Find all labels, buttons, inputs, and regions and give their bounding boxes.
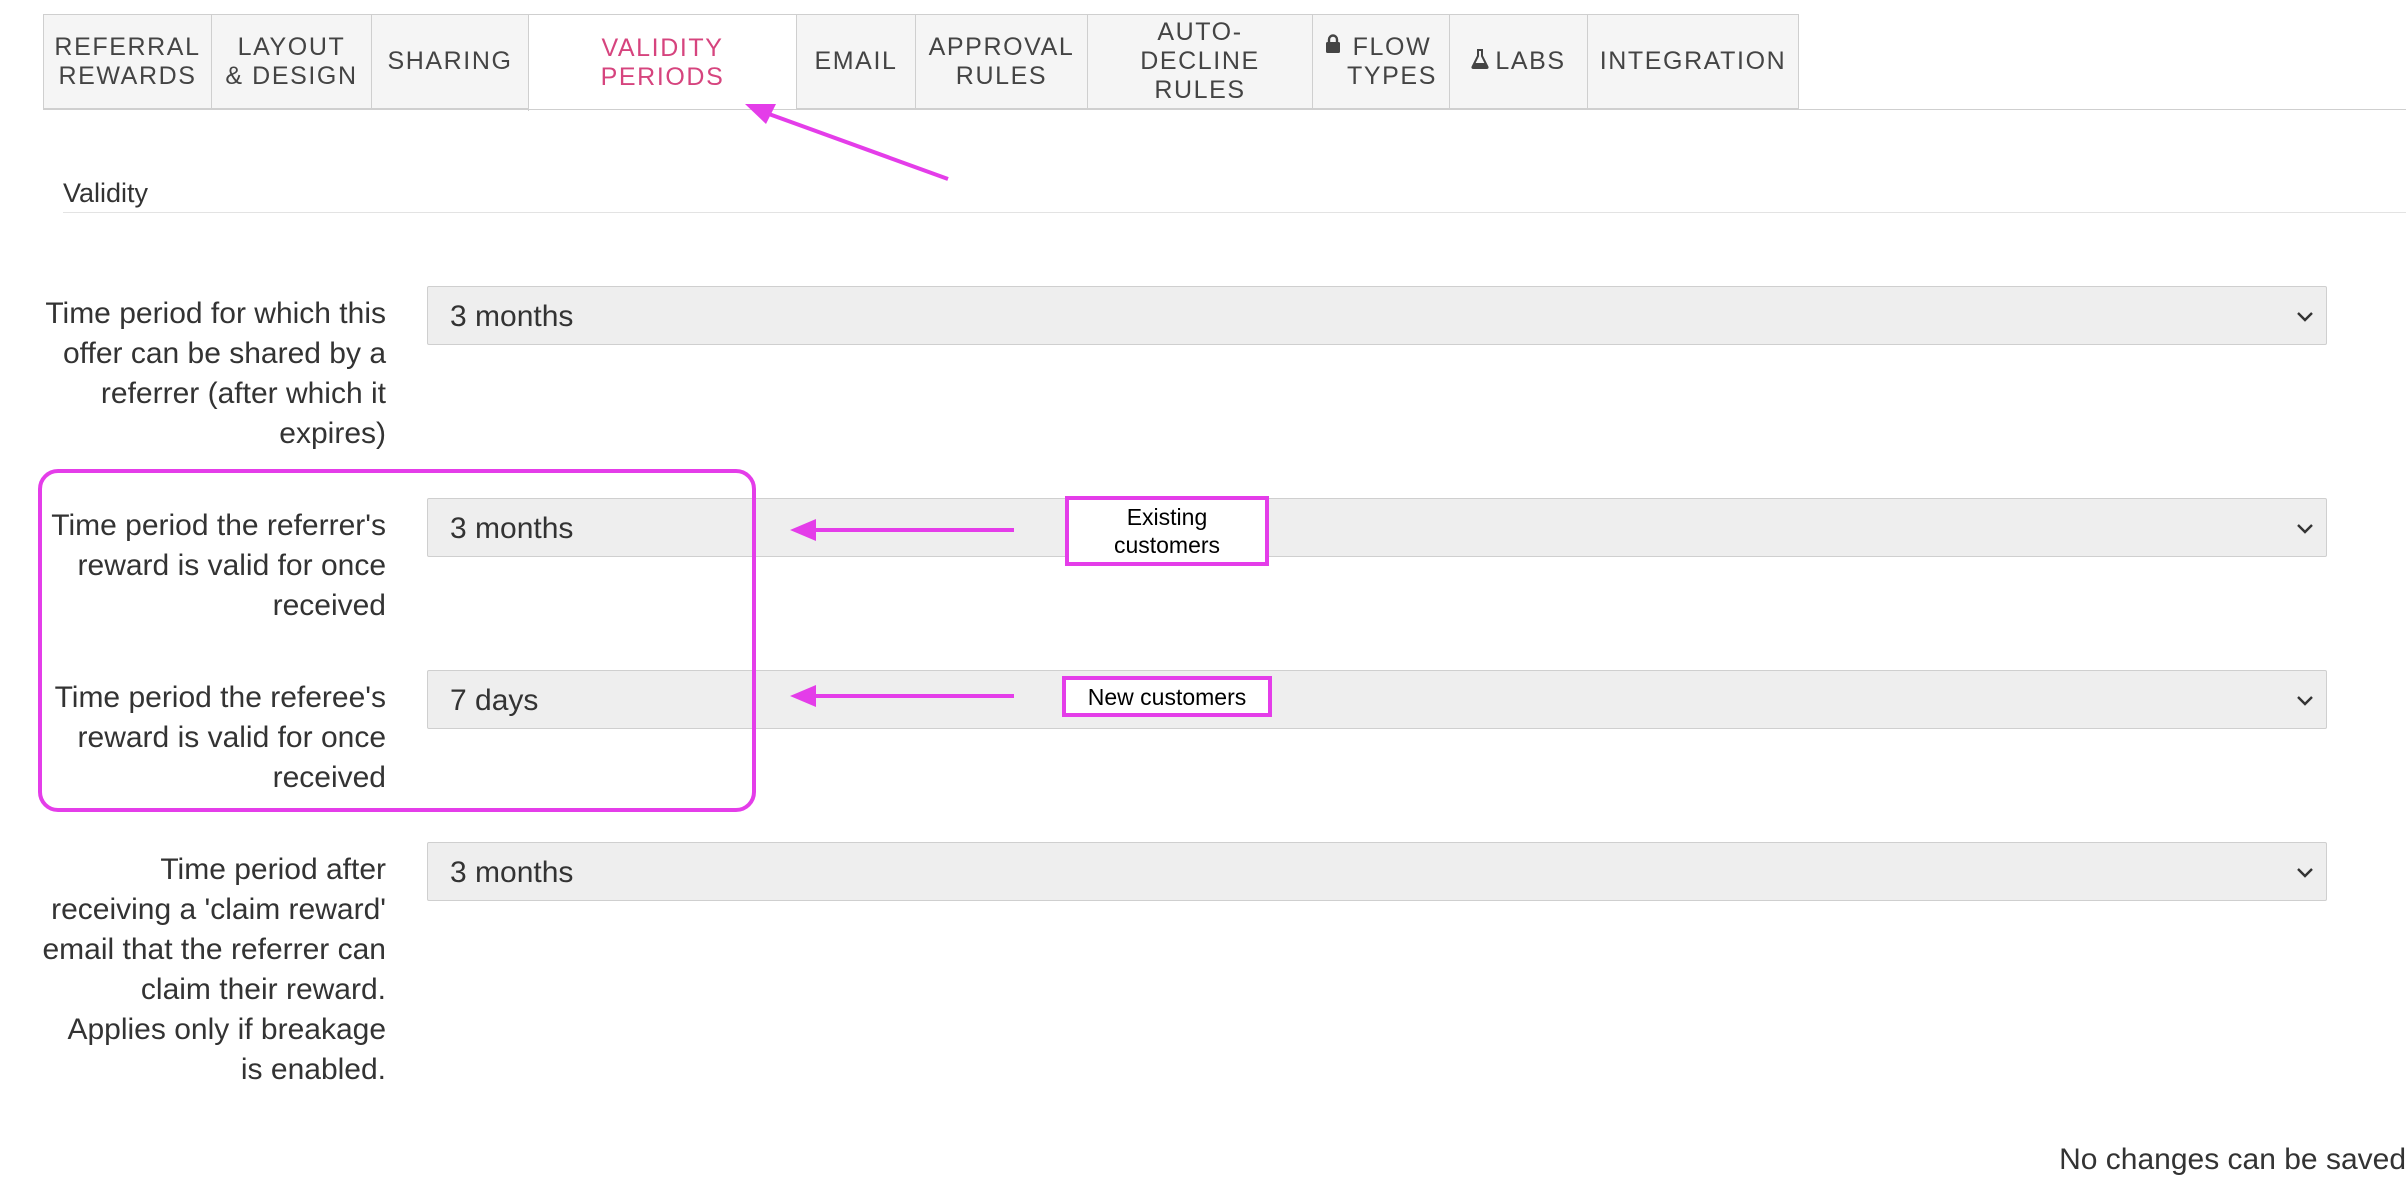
- flask-icon: [1471, 47, 1489, 76]
- tab-label: FLOW TYPES: [1347, 32, 1437, 90]
- tab-label: LAYOUT & DESIGN: [225, 32, 358, 90]
- referrer-reward-period-label: Time period the referrer's reward is val…: [51, 509, 386, 622]
- tab-label: INTEGRATION: [1599, 47, 1787, 75]
- tab-flow-types[interactable]: FLOW TYPES: [1312, 14, 1449, 109]
- tab-label: VALIDITY PERIODS: [600, 34, 725, 91]
- tab-approval-rules[interactable]: APPROVAL RULES: [915, 14, 1087, 109]
- tab-label: EMAIL: [814, 47, 898, 75]
- existing-customers-callout: Existing customers: [1065, 496, 1269, 566]
- tab-email[interactable]: EMAIL: [796, 14, 915, 109]
- tab-label: LABS: [1495, 47, 1566, 75]
- claim-reward-period-select[interactable]: 3 months: [427, 842, 2327, 901]
- tab-referral-rewards[interactable]: REFERRAL REWARDS: [43, 14, 211, 109]
- select-value: 3 months: [450, 512, 574, 545]
- select-value: 3 months: [450, 300, 574, 333]
- tab-validity-periods[interactable]: VALIDITY PERIODS: [528, 14, 796, 111]
- referee-reward-period-label: Time period the referee's reward is vali…: [54, 681, 386, 794]
- referee-reward-period-select[interactable]: 7 days: [427, 670, 2327, 729]
- tab-bar-divider: [43, 109, 2406, 110]
- tab-sharing[interactable]: SHARING: [371, 14, 528, 109]
- share-period-label: Time period for which this offer can be …: [45, 297, 386, 450]
- tab-arrow-annotation: [745, 104, 949, 181]
- select-value: 3 months: [450, 856, 574, 889]
- lock-icon: [1325, 32, 1341, 61]
- tab-layout-design[interactable]: LAYOUT & DESIGN: [211, 14, 371, 109]
- tab-label: APPROVAL RULES: [928, 32, 1075, 90]
- tab-integration[interactable]: INTEGRATION: [1587, 14, 1799, 109]
- tab-auto-decline-rules[interactable]: AUTO-DECLINE RULES: [1087, 14, 1312, 109]
- settings-tab-bar: REFERRAL REWARDS LAYOUT & DESIGN SHARING…: [43, 14, 1799, 111]
- chevron-down-icon: [2297, 524, 2313, 534]
- section-divider: [63, 212, 2406, 213]
- share-period-select[interactable]: 3 months: [427, 286, 2327, 345]
- select-value: 7 days: [450, 684, 539, 717]
- chevron-down-icon: [2297, 868, 2313, 878]
- chevron-down-icon: [2297, 696, 2313, 706]
- save-status-text: No changes can be saved: [2059, 1143, 2406, 1176]
- tab-label: AUTO-DECLINE RULES: [1140, 18, 1260, 104]
- tab-labs[interactable]: LABS: [1449, 14, 1587, 109]
- section-heading: Validity: [63, 178, 149, 208]
- chevron-down-icon: [2297, 312, 2313, 322]
- tab-label: SHARING: [387, 47, 513, 75]
- tab-label: REFERRAL REWARDS: [54, 32, 201, 90]
- new-customers-callout: New customers: [1062, 676, 1272, 717]
- claim-reward-period-label: Time period after receiving a 'claim rew…: [42, 853, 387, 1086]
- referrer-reward-period-select[interactable]: 3 months: [427, 498, 2327, 557]
